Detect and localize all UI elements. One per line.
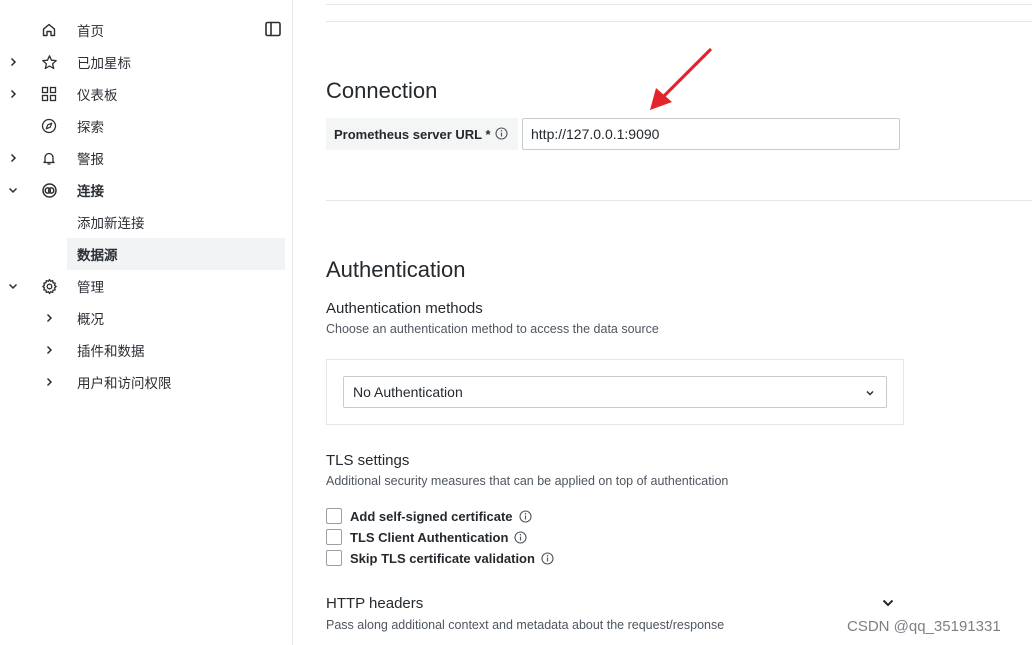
chevron-right-icon[interactable]: [42, 375, 56, 389]
annotation-arrow-icon: [650, 48, 712, 110]
checkbox-label: TLS Client Authentication: [350, 529, 509, 545]
prometheus-url-label: Prometheus server URL *: [326, 118, 518, 150]
sidebar-item-home[interactable]: 首页: [0, 14, 285, 46]
auth-methods-title: Authentication methods: [326, 300, 483, 317]
apps-icon: [40, 85, 58, 103]
chevron-right-icon[interactable]: [42, 311, 56, 325]
connection-title: Connection: [326, 78, 438, 103]
cog-icon: [40, 277, 58, 295]
chevron-down-icon[interactable]: [6, 279, 20, 293]
chevron-down-icon[interactable]: [6, 183, 20, 197]
sidebar-item-label: 仪表板: [77, 88, 118, 104]
auth-method-select[interactable]: No Authentication: [343, 376, 887, 408]
sidebar-item-label: 数据源: [77, 248, 118, 264]
sidebar-item-general[interactable]: 概况: [0, 302, 285, 334]
http-headers-description: Pass along additional context and metada…: [326, 618, 725, 632]
self-signed-checkbox[interactable]: [326, 508, 342, 524]
checkbox-label: Skip TLS certificate validation: [350, 550, 535, 566]
chevron-down-icon[interactable]: [880, 595, 896, 611]
url-label-text: Prometheus server URL *: [334, 126, 491, 142]
sidebar-item-starred[interactable]: 已加星标: [0, 46, 285, 78]
tls-option-self-signed[interactable]: Add self-signed certificate: [326, 507, 532, 525]
sidebar-item-label: 连接: [77, 184, 104, 200]
watermark: CSDN @qq_35191331: [847, 618, 1001, 635]
sidebar-item-label: 管理: [77, 280, 104, 296]
sidebar-item-connections[interactable]: 连接: [0, 174, 285, 206]
checkbox-label: Add self-signed certificate: [350, 508, 513, 524]
section-divider: [326, 200, 1032, 201]
sidebar-item-label: 插件和数据: [77, 344, 145, 360]
chevron-right-icon[interactable]: [42, 343, 56, 357]
sidebar-item-label: 已加星标: [77, 56, 131, 72]
sidebar-item-administration[interactable]: 管理: [0, 270, 285, 302]
sidebar-item-alerting[interactable]: 警报: [0, 142, 285, 174]
link-icon: [40, 181, 58, 199]
sidebar-item-label: 首页: [77, 24, 104, 40]
tls-settings-title: TLS settings: [326, 452, 410, 469]
chevron-right-icon[interactable]: [6, 151, 20, 165]
auth-methods-description: Choose an authentication method to acces…: [326, 322, 659, 336]
tls-option-client-auth[interactable]: TLS Client Authentication: [326, 528, 527, 546]
sidebar-item-explore[interactable]: 探索: [0, 110, 285, 142]
prometheus-url-input[interactable]: [522, 118, 900, 150]
sidebar-item-data-sources[interactable]: 数据源: [67, 238, 285, 270]
info-icon[interactable]: [495, 127, 508, 143]
sidebar-item-label: 用户和访问权限: [77, 376, 172, 392]
sidebar-item-label: 添加新连接: [77, 216, 145, 232]
sidebar-item-label: 警报: [77, 152, 104, 168]
section-divider: [326, 21, 1032, 22]
chevron-right-icon[interactable]: [6, 87, 20, 101]
sidebar-item-label: 探索: [77, 120, 104, 136]
tls-option-skip-verify[interactable]: Skip TLS certificate validation: [326, 549, 554, 567]
authentication-title: Authentication: [326, 257, 466, 282]
info-icon[interactable]: [518, 509, 532, 523]
info-icon[interactable]: [514, 530, 527, 544]
sidebar-item-dashboards[interactable]: 仪表板: [0, 78, 285, 110]
chevron-right-icon[interactable]: [6, 55, 20, 69]
compass-icon: [40, 117, 58, 135]
sidebar-item-users-and-access[interactable]: 用户和访问权限: [0, 366, 285, 398]
star-icon: [40, 53, 58, 71]
client-auth-checkbox[interactable]: [326, 529, 342, 545]
skip-verify-checkbox[interactable]: [326, 550, 342, 566]
chevron-down-icon: [864, 386, 876, 402]
sidebar-item-plugins-and-data[interactable]: 插件和数据: [0, 334, 285, 366]
home-icon: [40, 21, 58, 39]
info-icon[interactable]: [541, 551, 554, 565]
http-headers-title: HTTP headers: [326, 595, 424, 612]
tls-settings-description: Additional security measures that can be…: [326, 474, 729, 488]
sidebar: 首页 已加星标 仪表板 探索 警报 连接 添加新连接 数据源 管理 概况 插件和…: [0, 0, 293, 645]
sidebar-item-add-new-connection[interactable]: 添加新连接: [0, 206, 285, 238]
select-value: No Authentication: [353, 384, 463, 400]
sidebar-item-label: 概况: [77, 312, 104, 328]
auth-method-box: No Authentication: [326, 359, 904, 425]
bell-icon: [40, 149, 58, 167]
